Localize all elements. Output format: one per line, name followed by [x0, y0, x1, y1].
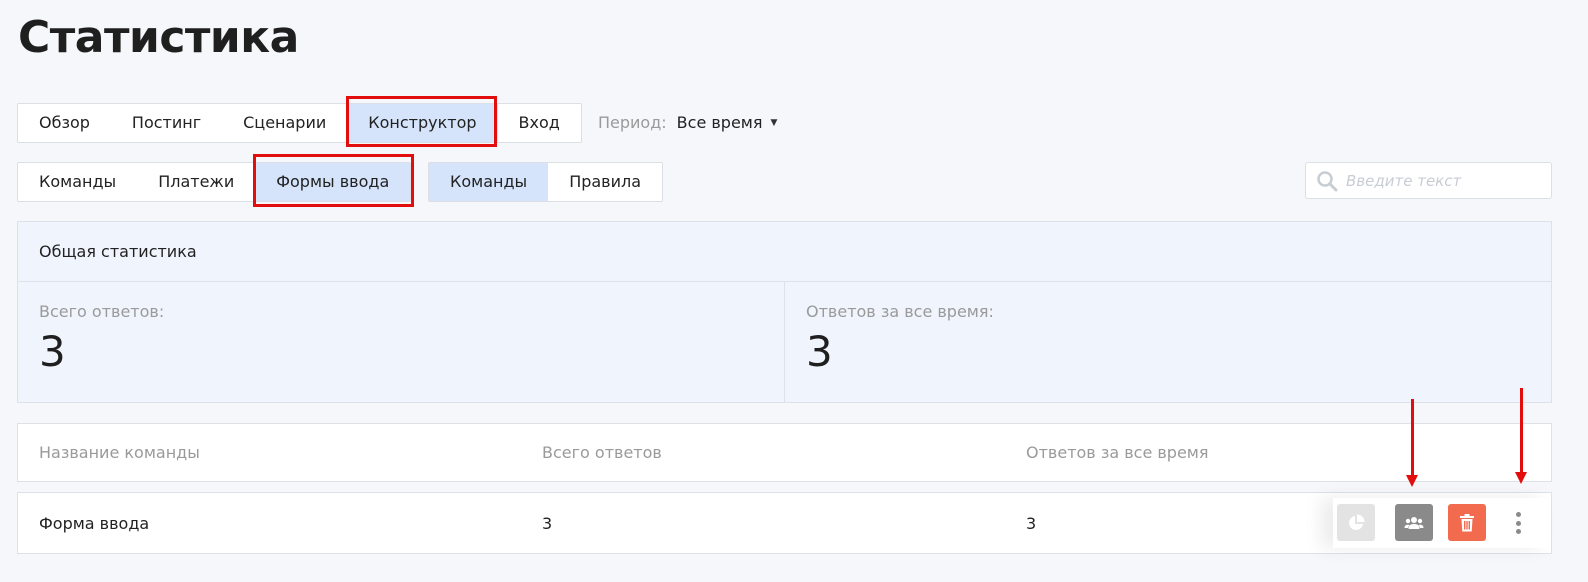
tab-input-forms[interactable]: Формы ввода	[255, 163, 411, 201]
column-header-name: Название команды	[39, 443, 200, 462]
column-header-all-time: Ответов за все время	[1026, 443, 1209, 462]
row-name: Форма ввода	[39, 513, 150, 533]
more-vertical-icon[interactable]	[1511, 512, 1525, 534]
search-icon	[1317, 170, 1338, 191]
trash-icon	[1460, 513, 1474, 531]
pie-chart-icon	[1349, 514, 1365, 530]
stats-button[interactable]	[1337, 504, 1375, 541]
table-header: Название команды Всего ответов Ответов з…	[17, 423, 1552, 482]
tab-constructor[interactable]: Конструктор	[347, 104, 498, 142]
sub-tabs: Команды Платежи Формы ввода	[17, 162, 412, 202]
users-button[interactable]	[1395, 504, 1433, 541]
annotation-arrow-users	[1406, 399, 1418, 487]
period-label: Период:	[598, 113, 667, 132]
row-actions	[1333, 498, 1551, 548]
tab-commands[interactable]: Команды	[18, 163, 137, 201]
users-icon	[1404, 516, 1424, 529]
column-header-total: Всего ответов	[542, 443, 662, 462]
stats-value-all-time: 3	[806, 327, 833, 376]
table-row[interactable]: Форма ввода 3 3	[17, 492, 1552, 554]
main-tabs: Обзор Постинг Сценарии Конструктор Вход	[17, 103, 582, 143]
stats-label-all-time: Ответов за все время:	[806, 302, 994, 321]
stats-label-total: Всего ответов:	[39, 302, 165, 321]
annotation-arrow-more	[1515, 388, 1527, 484]
stats-value-total: 3	[39, 327, 66, 376]
stats-header: Общая статистика	[18, 222, 1551, 282]
period-value[interactable]: Все время	[677, 113, 763, 132]
tab-overview[interactable]: Обзор	[18, 104, 111, 142]
general-stats-panel: Общая статистика Всего ответов: 3 Ответо…	[17, 221, 1552, 403]
period-selector: Период: Все время ▼	[598, 113, 777, 132]
delete-button[interactable]	[1448, 504, 1486, 541]
search-box	[1305, 162, 1552, 199]
row-all-time: 3	[1026, 513, 1037, 533]
tab-posting[interactable]: Постинг	[111, 104, 222, 142]
stats-cell-all-time: Ответов за все время: 3	[784, 282, 1551, 403]
row-total: 3	[542, 513, 553, 533]
filter-tabs: Команды Правила	[428, 162, 664, 202]
stats-cell-total: Всего ответов: 3	[18, 282, 784, 403]
tab-payments[interactable]: Платежи	[137, 163, 255, 201]
search-input[interactable]	[1346, 171, 1536, 190]
tab-filter-rules[interactable]: Правила	[548, 163, 662, 201]
tab-scenarios[interactable]: Сценарии	[222, 104, 347, 142]
tab-filter-commands[interactable]: Команды	[429, 163, 549, 201]
tab-entry[interactable]: Вход	[498, 104, 581, 142]
caret-down-icon[interactable]: ▼	[771, 118, 778, 128]
page-title: Статистика	[18, 12, 299, 63]
